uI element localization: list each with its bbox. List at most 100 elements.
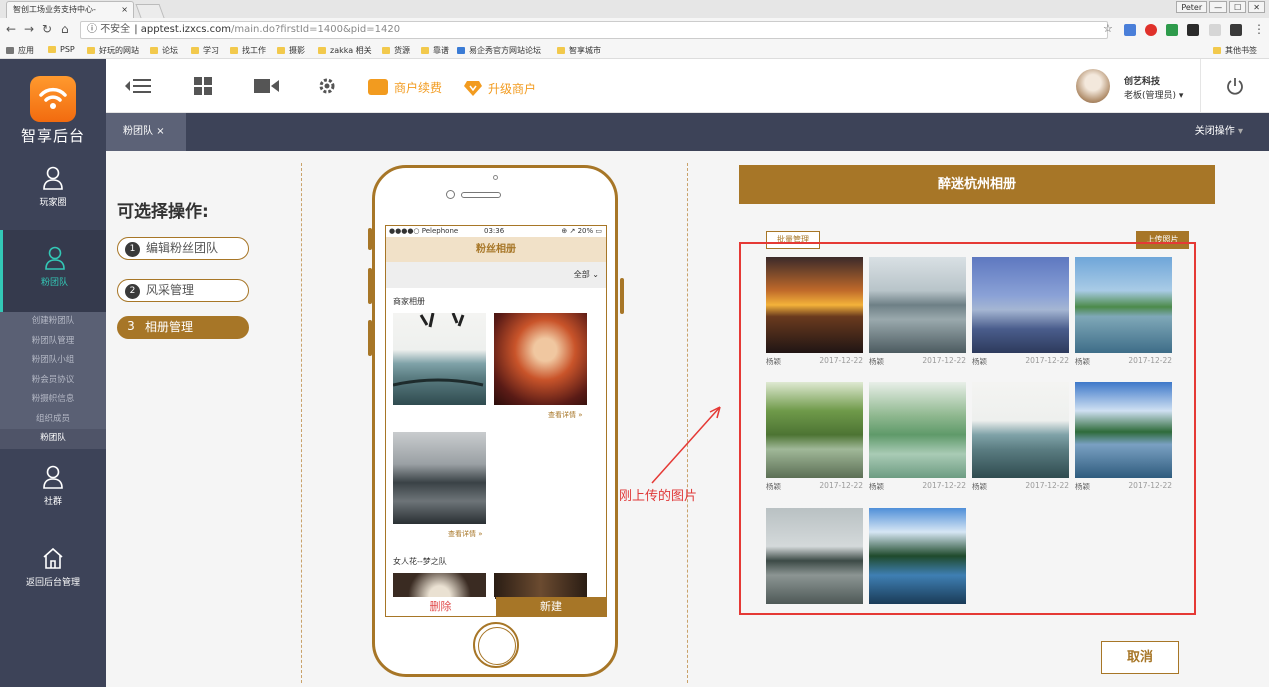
forward-icon[interactable]: → [24,22,34,36]
bookmark-item[interactable]: 找工作 [230,45,266,56]
reload-icon[interactable]: ↻ [42,22,52,36]
photo-card[interactable]: 杨颖 2017-12-22 [766,382,863,497]
upgrade-merchant-button[interactable]: 升级商户 [464,79,536,97]
close-operations-dropdown[interactable]: 关闭操作 ▾ [1195,113,1243,151]
tab-title: 智创工场业务支持中心- [13,5,96,14]
photo-date: 2017-12-22 [922,481,966,490]
photo-card[interactable]: 杨颖 2017-12-22 [972,382,1069,497]
annotation-text: 刚上传的图片 [619,489,698,504]
submenu-item[interactable]: 粉会员协议 [0,371,106,391]
browser-tab[interactable]: 智创工场业务支持中心- × [6,1,134,18]
profile-label[interactable]: Peter [1176,1,1208,13]
extension-icon[interactable] [1124,24,1136,36]
tab-close-icon[interactable]: × [121,2,128,17]
bookmark-star-icon[interactable]: ☆ [1103,22,1113,35]
filter-dropdown[interactable]: 全部 ⌄ [574,269,599,280]
bookmark-item[interactable]: 易企秀官方网站论坛 [457,45,541,56]
submenu-item[interactable]: 粉摄帜信息 [0,390,106,410]
sidebar-item-fan-team[interactable]: 粉团队 [0,230,106,312]
bookmark-item[interactable]: 靠谱 [421,45,449,56]
renew-label: 商户续费 [394,81,443,95]
album-thumbnail[interactable] [494,313,587,405]
submenu-item[interactable]: 组织成员 [0,410,106,430]
tab-close-icon[interactable]: × [156,126,164,137]
video-icon[interactable] [254,77,280,95]
submenu-item[interactable]: 创建粉团队 [0,312,106,332]
bookmark-item[interactable]: PSP [48,45,75,54]
album-management-button[interactable]: 3 相册管理 [117,316,249,339]
album-thumbnail[interactable] [494,573,587,599]
home-icon[interactable]: ⌂ [61,22,69,36]
bookmark-item[interactable]: 论坛 [150,45,178,56]
renew-merchant-button[interactable]: 商户续费 [368,79,442,96]
caret-down-icon: ▾ [1178,91,1184,101]
section-title: 商家相册 [393,297,425,306]
opera-icon[interactable] [1145,24,1157,36]
url-field[interactable]: ⓘ 不安全 | apptest.izxcs.com/main.do?firstId… [80,21,1108,39]
wallet-icon [368,79,388,95]
page-tab-row: 粉团队 × 关闭操作 ▾ [106,113,1269,151]
album-thumbnail[interactable] [393,573,486,599]
submenu-item-current[interactable]: 粉团队 [0,429,106,449]
bookmark-item[interactable]: zakka 相关 [318,45,372,56]
photo-card[interactable] [766,508,863,623]
power-icon[interactable] [1226,77,1244,95]
delete-button[interactable]: 删除 [386,597,495,616]
extension-gray-icon[interactable] [1209,24,1221,36]
folder-icon [48,46,56,53]
photo-card[interactable] [869,508,966,623]
house-icon [43,547,63,569]
album-thumbnail[interactable] [393,432,486,524]
view-details-link[interactable]: 查看详情 » [548,410,583,420]
phone-preview: ●●●●○ Pelephone 03:36 ⊕ ↗ 20% ▭ 粉丝相册 全部 ⌄ … [368,165,624,677]
view-details-link[interactable]: 查看详情 » [448,529,483,539]
bookmark-apps[interactable]: 应用 [6,45,34,56]
collapse-menu-icon[interactable] [124,77,152,95]
extension-dark-icon[interactable] [1230,24,1242,36]
operations-title: 可选择操作: [117,202,209,222]
edit-fan-team-button[interactable]: 1 编辑粉丝团队 [117,237,249,260]
bookmark-item[interactable]: 学习 [191,45,219,56]
photo-card[interactable]: 杨颖 2017-12-22 [1075,382,1172,497]
bookmark-other[interactable]: 其他书签 [1213,45,1257,56]
diamond-icon [464,79,482,97]
maximize-button[interactable]: ☐ [1229,1,1247,13]
close-window-button[interactable]: ✕ [1248,1,1265,13]
tab-fan-team[interactable]: 粉团队 × [106,113,186,151]
photo-thumbnail [869,508,966,604]
bookmark-item[interactable]: 摄影 [277,45,305,56]
photo-card[interactable]: 杨颖 2017-12-22 [972,257,1069,372]
sidebar-item-players[interactable]: 玩家圈 [0,166,106,220]
bookmark-item[interactable]: 好玩的网站 [87,45,139,56]
user-role-dropdown[interactable]: 老板(管理员) ▾ [1124,88,1183,101]
phone-side-button [620,278,624,314]
bookmark-item[interactable]: 智享城市 [557,45,601,56]
new-tab-button[interactable] [135,4,165,18]
back-icon[interactable]: ← [6,22,16,36]
style-management-button[interactable]: 2 风采管理 [117,279,249,302]
folder-icon [421,47,429,54]
sidebar-item-back-admin[interactable]: 返回后台管理 [0,546,106,596]
photo-date: 2017-12-22 [819,481,863,490]
photo-card[interactable]: 杨颖 2017-12-22 [869,257,966,372]
album-thumbnail[interactable] [392,312,486,405]
photo-card[interactable]: 杨颖 2017-12-22 [1075,257,1172,372]
photo-card[interactable]: 杨颖 2017-12-22 [766,257,863,372]
bookmark-item[interactable]: 货源 [382,45,410,56]
menu-kebab-icon[interactable]: ⋮ [1253,22,1265,36]
grid-icon[interactable] [194,77,212,95]
submenu-item[interactable]: 粉团队小组 [0,351,106,371]
photo-date: 2017-12-22 [1128,356,1172,365]
bookmarks-bar: 应用 PSP 好玩的网站 论坛 学习 找工作 摄影 zakka 相关 货源 靠谱… [0,43,1269,59]
cancel-button[interactable]: 取消 [1101,641,1179,674]
photo-card[interactable]: 杨颖 2017-12-22 [869,382,966,497]
app-logo[interactable] [30,76,76,122]
extension-photo-icon[interactable] [1187,24,1199,36]
new-button[interactable]: 新建 [496,597,606,616]
minimize-button[interactable]: — [1209,1,1228,13]
gear-icon[interactable] [318,77,336,95]
sidebar-item-community[interactable]: 社群 [0,465,106,515]
extension-arrow-icon[interactable] [1166,24,1178,36]
avatar[interactable] [1076,69,1110,103]
submenu-item[interactable]: 粉团队管理 [0,332,106,352]
